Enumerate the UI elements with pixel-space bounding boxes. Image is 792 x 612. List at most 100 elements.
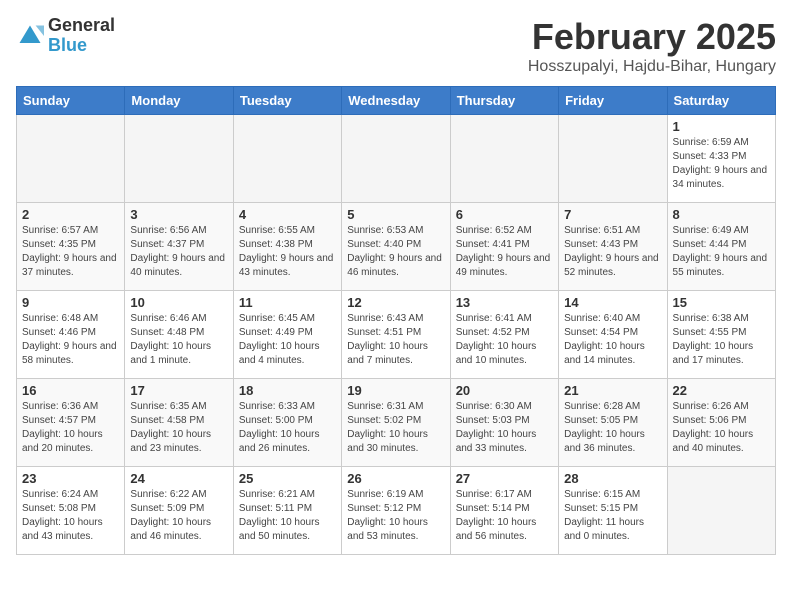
day-info: Sunrise: 6:40 AM Sunset: 4:54 PM Dayligh… <box>564 312 661 368</box>
calendar-week-2: 2 Sunrise: 6:57 AM Sunset: 4:35 PM Daylig… <box>17 203 776 291</box>
day-number: 28 <box>564 471 661 486</box>
day-info: Sunrise: 6:17 AM Sunset: 5:14 PM Dayligh… <box>456 488 553 544</box>
day-number: 2 <box>22 207 119 222</box>
day-number: 4 <box>239 207 336 222</box>
day-number: 23 <box>22 471 119 486</box>
calendar-cell: 7 Sunrise: 6:51 AM Sunset: 4:43 PM Daylig… <box>559 203 667 291</box>
calendar-cell: 24 Sunrise: 6:22 AM Sunset: 5:09 PM Dayli… <box>125 467 233 555</box>
day-info: Sunrise: 6:31 AM Sunset: 5:02 PM Dayligh… <box>347 400 444 456</box>
calendar-cell: 23 Sunrise: 6:24 AM Sunset: 5:08 PM Dayli… <box>17 467 125 555</box>
weekday-header-saturday: Saturday <box>667 87 775 115</box>
calendar-cell: 14Sunrise: 6:40 AM Sunset: 4:54 PM Dayli… <box>559 291 667 379</box>
day-number: 13 <box>456 295 553 310</box>
calendar-cell: 15 Sunrise: 6:38 AM Sunset: 4:55 PM Dayli… <box>667 291 775 379</box>
calendar-cell: 5 Sunrise: 6:53 AM Sunset: 4:40 PM Daylig… <box>342 203 450 291</box>
day-number: 15 <box>673 295 770 310</box>
day-info: Sunrise: 6:41 AM Sunset: 4:52 PM Dayligh… <box>456 312 553 368</box>
weekday-header-thursday: Thursday <box>450 87 558 115</box>
calendar-cell: 6 Sunrise: 6:52 AM Sunset: 4:41 PM Daylig… <box>450 203 558 291</box>
day-number: 5 <box>347 207 444 222</box>
day-number: 21 <box>564 383 661 398</box>
weekday-header-sunday: Sunday <box>17 87 125 115</box>
calendar-cell <box>559 115 667 203</box>
day-info: Sunrise: 6:19 AM Sunset: 5:12 PM Dayligh… <box>347 488 444 544</box>
weekday-header-tuesday: Tuesday <box>233 87 341 115</box>
weekday-header-monday: Monday <box>125 87 233 115</box>
calendar-cell: 8Sunrise: 6:49 AM Sunset: 4:44 PM Daylig… <box>667 203 775 291</box>
day-number: 19 <box>347 383 444 398</box>
calendar-week-5: 23 Sunrise: 6:24 AM Sunset: 5:08 PM Dayli… <box>17 467 776 555</box>
logo-icon <box>16 22 44 50</box>
calendar-cell <box>17 115 125 203</box>
calendar-cell: 9 Sunrise: 6:48 AM Sunset: 4:46 PM Daylig… <box>17 291 125 379</box>
calendar-cell: 22Sunrise: 6:26 AM Sunset: 5:06 PM Dayli… <box>667 379 775 467</box>
calendar-cell: 10 Sunrise: 6:46 AM Sunset: 4:48 PM Dayli… <box>125 291 233 379</box>
day-info: Sunrise: 6:51 AM Sunset: 4:43 PM Dayligh… <box>564 224 661 280</box>
day-info: Sunrise: 6:15 AM Sunset: 5:15 PM Dayligh… <box>564 488 661 544</box>
day-number: 18 <box>239 383 336 398</box>
day-info: Sunrise: 6:46 AM Sunset: 4:48 PM Dayligh… <box>130 312 227 368</box>
day-number: 3 <box>130 207 227 222</box>
calendar-cell: 19 Sunrise: 6:31 AM Sunset: 5:02 PM Dayli… <box>342 379 450 467</box>
calendar-cell: 16 Sunrise: 6:36 AM Sunset: 4:57 PM Dayli… <box>17 379 125 467</box>
day-number: 9 <box>22 295 119 310</box>
day-number: 20 <box>456 383 553 398</box>
day-number: 10 <box>130 295 227 310</box>
day-info: Sunrise: 6:52 AM Sunset: 4:41 PM Dayligh… <box>456 224 553 280</box>
day-number: 26 <box>347 471 444 486</box>
calendar-cell: 2 Sunrise: 6:57 AM Sunset: 4:35 PM Daylig… <box>17 203 125 291</box>
calendar-cell: 17Sunrise: 6:35 AM Sunset: 4:58 PM Dayli… <box>125 379 233 467</box>
day-info: Sunrise: 6:24 AM Sunset: 5:08 PM Dayligh… <box>22 488 119 544</box>
location-title: Hosszupalyi, Hajdu-Bihar, Hungary <box>528 58 776 76</box>
calendar-cell: 26 Sunrise: 6:19 AM Sunset: 5:12 PM Dayli… <box>342 467 450 555</box>
day-info: Sunrise: 6:55 AM Sunset: 4:38 PM Dayligh… <box>239 224 336 280</box>
calendar-cell: 12Sunrise: 6:43 AM Sunset: 4:51 PM Dayli… <box>342 291 450 379</box>
calendar-cell: 1 Sunrise: 6:59 AM Sunset: 4:33 PM Daylig… <box>667 115 775 203</box>
calendar-cell <box>233 115 341 203</box>
weekday-header-wednesday: Wednesday <box>342 87 450 115</box>
calendar-table: SundayMondayTuesdayWednesdayThursdayFrid… <box>16 86 776 555</box>
day-number: 11 <box>239 295 336 310</box>
day-info: Sunrise: 6:45 AM Sunset: 4:49 PM Dayligh… <box>239 312 336 368</box>
calendar-cell <box>667 467 775 555</box>
day-info: Sunrise: 6:33 AM Sunset: 5:00 PM Dayligh… <box>239 400 336 456</box>
day-info: Sunrise: 6:48 AM Sunset: 4:46 PM Dayligh… <box>22 312 119 368</box>
calendar-cell: 27Sunrise: 6:17 AM Sunset: 5:14 PM Dayli… <box>450 467 558 555</box>
day-number: 7 <box>564 207 661 222</box>
day-number: 16 <box>22 383 119 398</box>
calendar-cell: 28 Sunrise: 6:15 AM Sunset: 5:15 PM Dayli… <box>559 467 667 555</box>
day-info: Sunrise: 6:28 AM Sunset: 5:05 PM Dayligh… <box>564 400 661 456</box>
day-info: Sunrise: 6:22 AM Sunset: 5:09 PM Dayligh… <box>130 488 227 544</box>
day-info: Sunrise: 6:59 AM Sunset: 4:33 PM Dayligh… <box>673 136 770 192</box>
day-info: Sunrise: 6:56 AM Sunset: 4:37 PM Dayligh… <box>130 224 227 280</box>
calendar-cell: 21 Sunrise: 6:28 AM Sunset: 5:05 PM Dayli… <box>559 379 667 467</box>
calendar-week-4: 16 Sunrise: 6:36 AM Sunset: 4:57 PM Dayli… <box>17 379 776 467</box>
day-number: 1 <box>673 119 770 134</box>
weekday-header-friday: Friday <box>559 87 667 115</box>
calendar-cell: 13 Sunrise: 6:41 AM Sunset: 4:52 PM Dayli… <box>450 291 558 379</box>
day-info: Sunrise: 6:26 AM Sunset: 5:06 PM Dayligh… <box>673 400 770 456</box>
day-info: Sunrise: 6:36 AM Sunset: 4:57 PM Dayligh… <box>22 400 119 456</box>
day-number: 24 <box>130 471 227 486</box>
day-number: 8 <box>673 207 770 222</box>
calendar-cell <box>125 115 233 203</box>
day-info: Sunrise: 6:53 AM Sunset: 4:40 PM Dayligh… <box>347 224 444 280</box>
calendar-cell: 25Sunrise: 6:21 AM Sunset: 5:11 PM Dayli… <box>233 467 341 555</box>
calendar-cell <box>450 115 558 203</box>
calendar-cell: 3 Sunrise: 6:56 AM Sunset: 4:37 PM Daylig… <box>125 203 233 291</box>
day-info: Sunrise: 6:30 AM Sunset: 5:03 PM Dayligh… <box>456 400 553 456</box>
calendar-cell: 11 Sunrise: 6:45 AM Sunset: 4:49 PM Dayli… <box>233 291 341 379</box>
day-info: Sunrise: 6:57 AM Sunset: 4:35 PM Dayligh… <box>22 224 119 280</box>
day-info: Sunrise: 6:21 AM Sunset: 5:11 PM Dayligh… <box>239 488 336 544</box>
title-area: February 2025 Hosszupalyi, Hajdu-Bihar, … <box>528 16 776 76</box>
day-info: Sunrise: 6:38 AM Sunset: 4:55 PM Dayligh… <box>673 312 770 368</box>
day-number: 17 <box>130 383 227 398</box>
day-number: 6 <box>456 207 553 222</box>
calendar-cell: 4 Sunrise: 6:55 AM Sunset: 4:38 PM Daylig… <box>233 203 341 291</box>
calendar-week-3: 9 Sunrise: 6:48 AM Sunset: 4:46 PM Daylig… <box>17 291 776 379</box>
weekday-header-row: SundayMondayTuesdayWednesdayThursdayFrid… <box>17 87 776 115</box>
calendar-cell: 18 Sunrise: 6:33 AM Sunset: 5:00 PM Dayli… <box>233 379 341 467</box>
day-info: Sunrise: 6:43 AM Sunset: 4:51 PM Dayligh… <box>347 312 444 368</box>
calendar-week-1: 1 Sunrise: 6:59 AM Sunset: 4:33 PM Daylig… <box>17 115 776 203</box>
calendar-cell: 20 Sunrise: 6:30 AM Sunset: 5:03 PM Dayli… <box>450 379 558 467</box>
